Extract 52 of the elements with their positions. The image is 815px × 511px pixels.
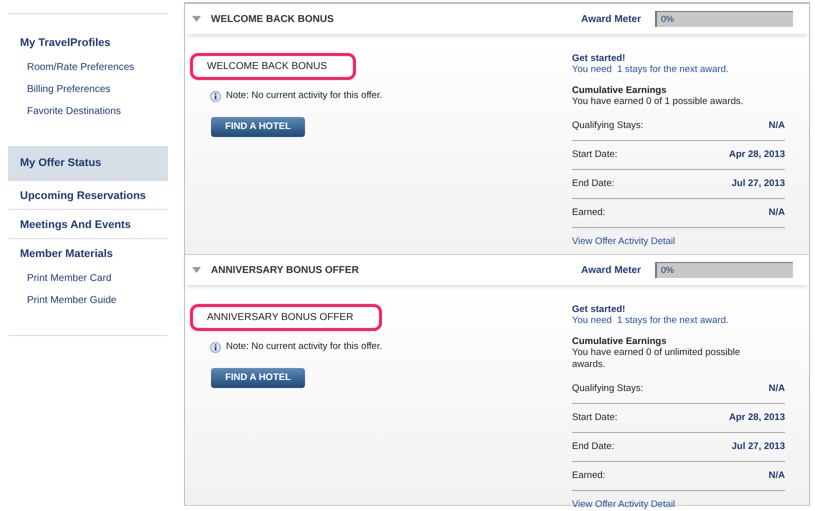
sidebar-link[interactable]: Favorite Destinations <box>8 100 168 122</box>
detail-value: Apr 28, 2013 <box>729 410 785 425</box>
sidebar-item[interactable]: Meetings And Events <box>8 210 168 238</box>
activity-detail-link[interactable]: View Offer Activity Detail <box>572 235 785 250</box>
sidebar-item[interactable]: My TravelProfiles <box>8 28 168 56</box>
sidebar-item[interactable]: Member Materials <box>8 239 168 267</box>
award-meter-label: Award Meter <box>581 12 641 26</box>
offer-name: ANNIVERSARY BONUS OFFER <box>190 304 382 331</box>
get-started-heading: Get started! <box>572 53 626 64</box>
sidebar-link[interactable]: Room/Rate Preferences <box>8 56 168 78</box>
note-text: Note: No current activity for this offer. <box>226 89 382 103</box>
detail-label: End Date: <box>572 440 614 454</box>
find-hotel-button[interactable]: FIND A HOTEL <box>211 117 305 138</box>
detail-label: Earned: <box>572 468 606 483</box>
award-meter-reading: 0% <box>661 264 674 277</box>
cumulative-heading: Cumulative Earnings <box>572 336 668 347</box>
sidebar-item[interactable]: Upcoming Reservations <box>8 181 168 209</box>
detail-value: Apr 28, 2013 <box>729 148 785 162</box>
cumulative-heading: Cumulative Earnings <box>572 85 668 96</box>
detail-label: Earned: <box>572 206 606 220</box>
find-hotel-button[interactable]: FIND A HOTEL <box>211 368 305 388</box>
sidebar-item[interactable]: My Offer Status <box>8 146 168 180</box>
detail-label: Start Date: <box>572 410 618 425</box>
award-meter-label: Award Meter <box>581 264 641 278</box>
offer-name: WELCOME BACK BONUS <box>190 53 356 80</box>
sidebar-link[interactable]: Print Member Card <box>8 267 168 289</box>
cumulative-text: You have earned 0 of unlimited possible awards. <box>572 347 742 371</box>
detail-value: N/A <box>768 382 785 396</box>
detail-label: Start Date: <box>572 148 618 162</box>
detail-value: Jul 27, 2013 <box>732 440 785 454</box>
info-icon <box>210 90 221 102</box>
offer-title: WELCOME BACK BONUS <box>211 12 334 26</box>
award-meter-reading: 0% <box>661 12 674 26</box>
detail-label: Qualifying Stays: <box>572 118 644 133</box>
get-started-heading: Get started! <box>572 304 626 315</box>
note-text: Note: No current activity for this offer. <box>226 340 382 354</box>
sidebar-link[interactable]: Billing Preferences <box>8 78 168 100</box>
activity-detail-link[interactable]: View Offer Activity Detail <box>572 498 785 511</box>
detail-value: N/A <box>768 468 785 483</box>
cumulative-text: You have earned 0 of 1 possible awards. <box>572 96 744 108</box>
detail-label: End Date: <box>572 176 614 191</box>
sidebar-link[interactable]: Print Member Guide <box>8 289 168 311</box>
detail-value: N/A <box>768 206 785 220</box>
detail-label: Qualifying Stays: <box>572 382 644 396</box>
collapse-triangle-icon[interactable] <box>192 267 201 273</box>
info-icon <box>210 342 221 353</box>
collapse-triangle-icon[interactable] <box>192 16 201 22</box>
stays-needed-text: You need 1 stays for the next award. <box>572 315 730 327</box>
stays-needed-text: You need 1 stays for the next award. <box>572 64 730 76</box>
detail-value: N/A <box>768 118 785 133</box>
offer-title: ANNIVERSARY BONUS OFFER <box>211 264 359 278</box>
detail-value: Jul 27, 2013 <box>732 176 785 191</box>
